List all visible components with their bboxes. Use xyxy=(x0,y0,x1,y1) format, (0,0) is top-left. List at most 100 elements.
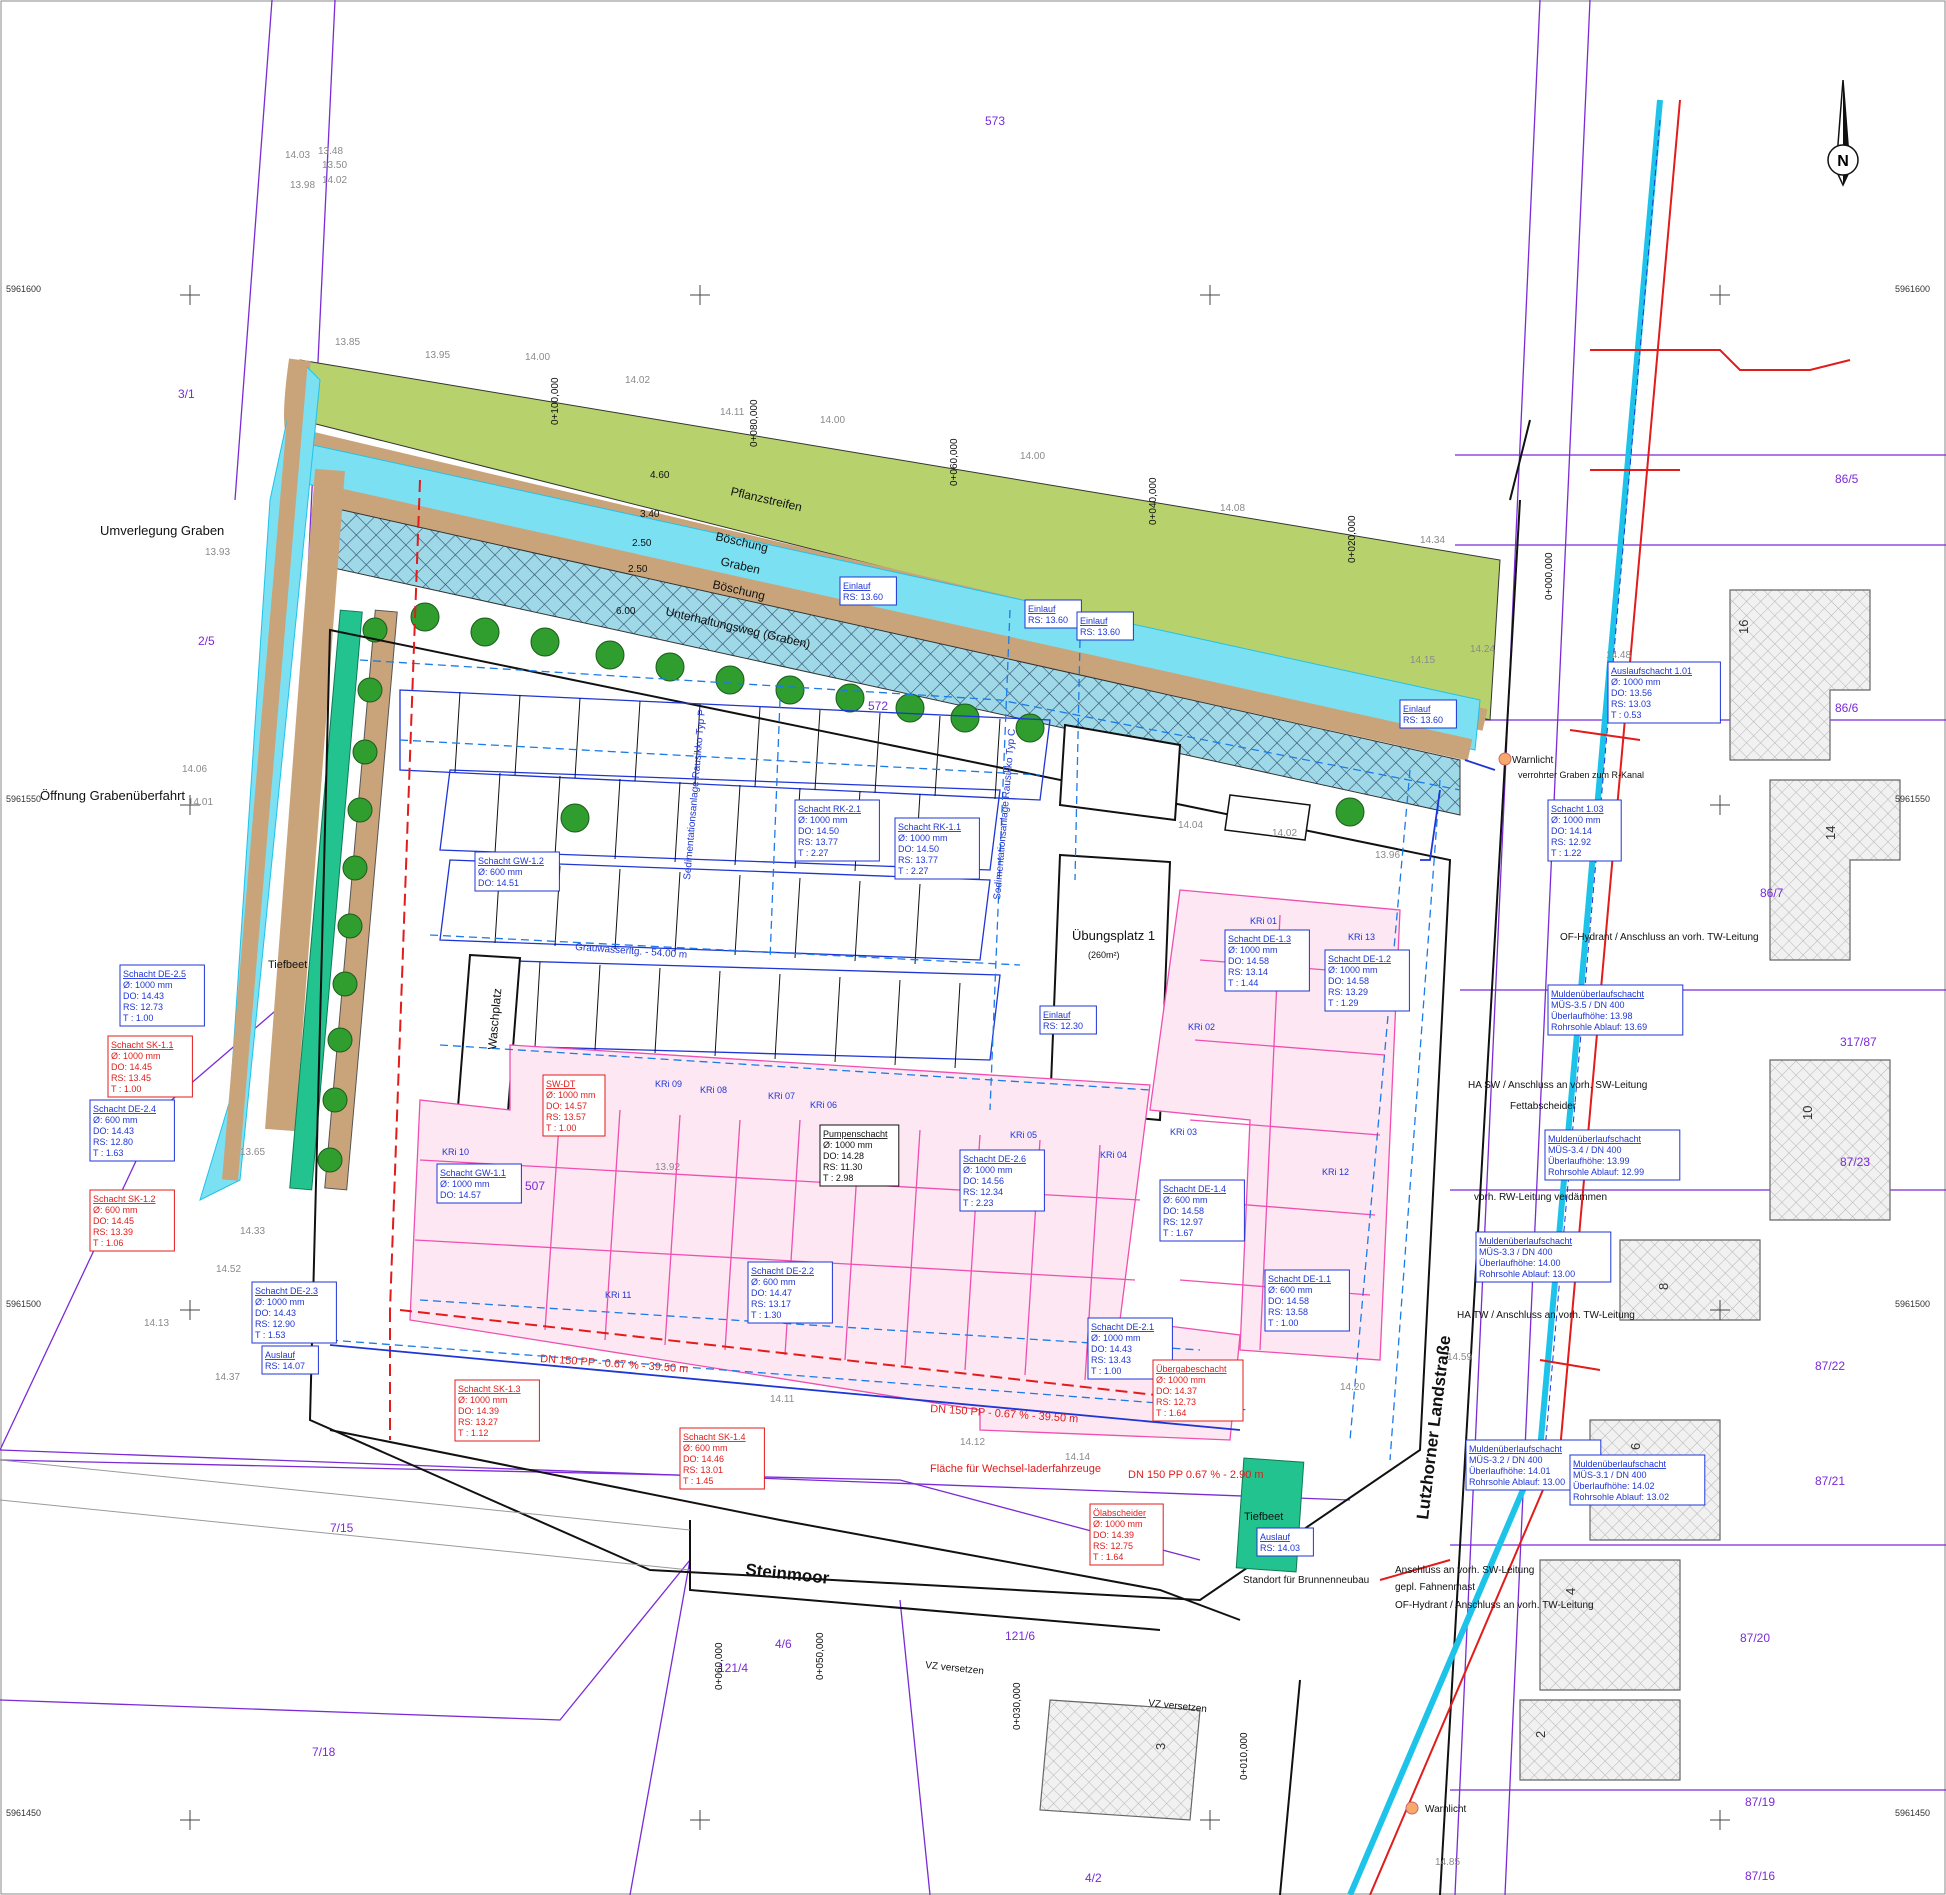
box-line: RS: 13.17 xyxy=(751,1299,791,1309)
label-standort: Standort für Brunnenneubau xyxy=(1243,1575,1369,1586)
box-line: T : 2.27 xyxy=(798,848,828,858)
box-line: Ø: 1000 mm xyxy=(440,1179,490,1189)
dimension: 3.40 xyxy=(640,509,660,520)
box-einlauf5: EinlaufRS: 12.30 xyxy=(1039,1005,1097,1035)
box-line: Einlauf xyxy=(1028,604,1056,614)
elevation: 13.98 xyxy=(290,180,315,191)
box-line: RS: 13.60 xyxy=(1028,615,1068,625)
kri-label: KRi 08 xyxy=(700,1085,727,1095)
box-line: RS: 11.30 xyxy=(823,1162,862,1172)
kri-label: KRi 07 xyxy=(768,1091,795,1101)
label-uebungsplatz-area: (260m²) xyxy=(1088,950,1120,960)
grid-coord-3: 5961500 xyxy=(6,1299,41,1309)
box-oel: ÖlabscheiderØ: 1000 mmDO: 14.39RS: 12.75… xyxy=(1089,1503,1164,1566)
box-line: DO: 14.39 xyxy=(458,1406,499,1416)
elevation: 14.01 xyxy=(188,797,213,808)
dimension: 6.00 xyxy=(616,606,636,617)
box-line: T : 2.98 xyxy=(823,1173,853,1183)
side-connections xyxy=(1379,349,1851,1581)
box-line: Schacht SK-1.4 xyxy=(683,1432,746,1442)
label-oeffnung: Öffnung Grabenüberfahrt xyxy=(40,788,185,803)
box-line: T : 1.30 xyxy=(751,1310,781,1320)
box-line: DO: 14.50 xyxy=(898,844,939,854)
elevation: 14.11 xyxy=(720,407,745,418)
box-line: RS: 12.30 xyxy=(1043,1021,1083,1031)
box-line: MÜS-3.5 / DN 400 xyxy=(1551,1000,1625,1010)
site-plan: Schacht DE-2.5Ø: 1000 mmDO: 14.43RS: 12.… xyxy=(0,0,1946,1895)
box-line: T : 1.53 xyxy=(255,1330,285,1340)
box-line: Ø: 1000 mm xyxy=(546,1090,596,1100)
box-line: Auslaufschacht 1.01 xyxy=(1611,666,1692,676)
elevation: 14.20 xyxy=(1340,1382,1365,1393)
box-line: MÜS-3.2 / DN 400 xyxy=(1469,1455,1543,1465)
box-line: Auslauf xyxy=(265,1350,296,1360)
box-line: RS: 12.34 xyxy=(963,1187,1003,1197)
elevation: 13.96 xyxy=(1375,850,1400,861)
elevation: 14.11 xyxy=(770,1394,795,1405)
box-sk-12: Schacht SK-1.2Ø: 600 mmDO: 14.45RS: 13.3… xyxy=(89,1189,175,1252)
box-line: DO: 14.43 xyxy=(93,1126,134,1136)
label-vz-1: VZ versetzen xyxy=(925,1660,985,1677)
label-warnlicht-2: Warnlicht xyxy=(1425,1804,1467,1815)
box-line: RS: 12.73 xyxy=(123,1002,163,1012)
kri-label: KRi 06 xyxy=(810,1100,837,1110)
box-line: Ø: 600 mm xyxy=(751,1277,796,1287)
elevation: 14.06 xyxy=(182,764,207,775)
station-label: 0+100,000 xyxy=(550,377,561,425)
box-line: Ø: 600 mm xyxy=(93,1205,138,1215)
kri-label: KRi 04 xyxy=(1100,1150,1127,1160)
house-number: 3 xyxy=(1153,1743,1168,1750)
box-line: DO: 14.14 xyxy=(1551,826,1592,836)
box-ueber: ÜbergabeschachtØ: 1000 mmDO: 14.37RS: 12… xyxy=(1152,1359,1244,1422)
box-einlauf1: EinlaufRS: 13.60 xyxy=(839,576,897,606)
parcel-label: 87/22 xyxy=(1815,1359,1845,1373)
parcel-label: 4/2 xyxy=(1085,1871,1102,1885)
label-anschluss-sw: Anschluss an vorh. SW-Leitung xyxy=(1395,1565,1534,1576)
station-label: 0+030,000 xyxy=(1012,1682,1023,1730)
box-line: RS: 12.92 xyxy=(1551,837,1591,847)
box-line: Schacht RK-2.1 xyxy=(798,804,861,814)
box-line: RS: 13.58 xyxy=(1268,1307,1308,1317)
elevation: 14.48 xyxy=(1606,650,1631,661)
north-arrow-icon: N xyxy=(1827,79,1859,187)
grid-coord-2: 5961550 xyxy=(6,794,41,804)
parcel-label: 121/6 xyxy=(1005,1629,1035,1643)
box-line: DO: 14.47 xyxy=(751,1288,792,1298)
box-line: Ø: 1000 mm xyxy=(898,833,948,843)
box-line: RS: 13.60 xyxy=(843,592,883,602)
elevation: 14.33 xyxy=(240,1226,265,1237)
box-line: Schacht DE-2.4 xyxy=(93,1104,156,1114)
elevation: 14.02 xyxy=(1272,828,1297,839)
parcel-label: 86/5 xyxy=(1835,472,1859,486)
kri-label: KRi 11 xyxy=(605,1290,631,1300)
parcel-label: 87/19 xyxy=(1745,1795,1775,1809)
box-line: T : 1.12 xyxy=(458,1428,488,1438)
box-line: RS: 13.60 xyxy=(1403,715,1443,725)
parcel-label: 87/21 xyxy=(1815,1474,1845,1488)
box-line: RS: 13.60 xyxy=(1080,627,1120,637)
kri-label: KRi 05 xyxy=(1010,1130,1037,1140)
box-line: Ø: 1000 mm xyxy=(1611,677,1661,687)
parcel-label: 87/23 xyxy=(1840,1155,1870,1169)
box-mues-34: MuldenüberlaufschachtMÜS-3.4 / DN 400Übe… xyxy=(1544,1129,1681,1181)
label-verrohrter: verrohrter Graben zum R-Kanal xyxy=(1518,770,1644,780)
box-line: Einlauf xyxy=(1080,616,1108,626)
label-flaeche: Fläche für Wechsel-laderfahrzeuge xyxy=(930,1463,1101,1475)
box-line: T : 1.00 xyxy=(1091,1366,1121,1376)
grid-coord-5: 5961600 xyxy=(1895,284,1930,294)
box-line: MÜS-3.3 / DN 400 xyxy=(1479,1247,1553,1257)
north-letter: N xyxy=(1837,153,1849,170)
elevation: 14.24 xyxy=(1470,644,1495,655)
box-line: Überlaufhöhe: 14.00 xyxy=(1479,1258,1561,1268)
box-line: Schacht DE-1.4 xyxy=(1163,1184,1226,1194)
parcel-label: 4/6 xyxy=(775,1637,792,1651)
box-line: RS: 12.90 xyxy=(255,1319,295,1329)
box-line: T : 1.67 xyxy=(1163,1228,1193,1238)
box-line: RS: 12.73 xyxy=(1156,1397,1196,1407)
elevation: 14.00 xyxy=(1020,451,1045,462)
box-mues-33: MuldenüberlaufschachtMÜS-3.3 / DN 400Übe… xyxy=(1475,1231,1612,1283)
box-line: Ölabscheider xyxy=(1093,1508,1146,1518)
label-of-hydrant-1: OF-Hydrant / Anschluss an vorh. TW-Leitu… xyxy=(1560,932,1759,943)
box-line: Muldenüberlaufschacht xyxy=(1551,989,1645,999)
box-de-12: Schacht DE-1.2Ø: 1000 mmDO: 14.58RS: 13.… xyxy=(1324,949,1410,1012)
